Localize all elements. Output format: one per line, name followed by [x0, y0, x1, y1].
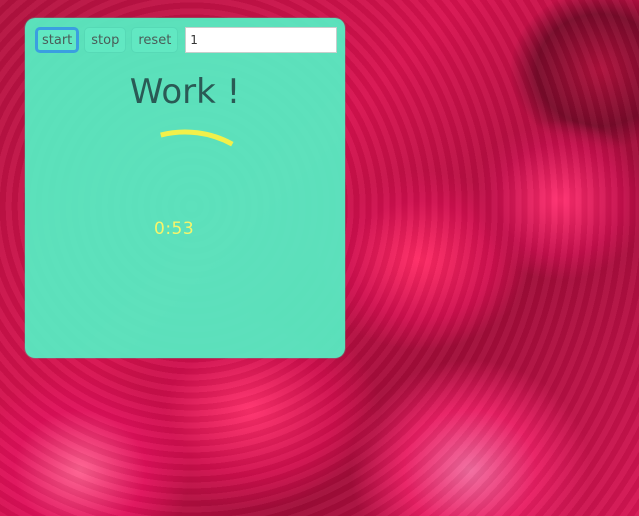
timer-panel: start stop reset Work ! 0:53	[25, 18, 345, 358]
timer-display: 0:53	[154, 219, 195, 239]
progress-ring	[160, 129, 234, 147]
progress-arc	[160, 129, 234, 147]
